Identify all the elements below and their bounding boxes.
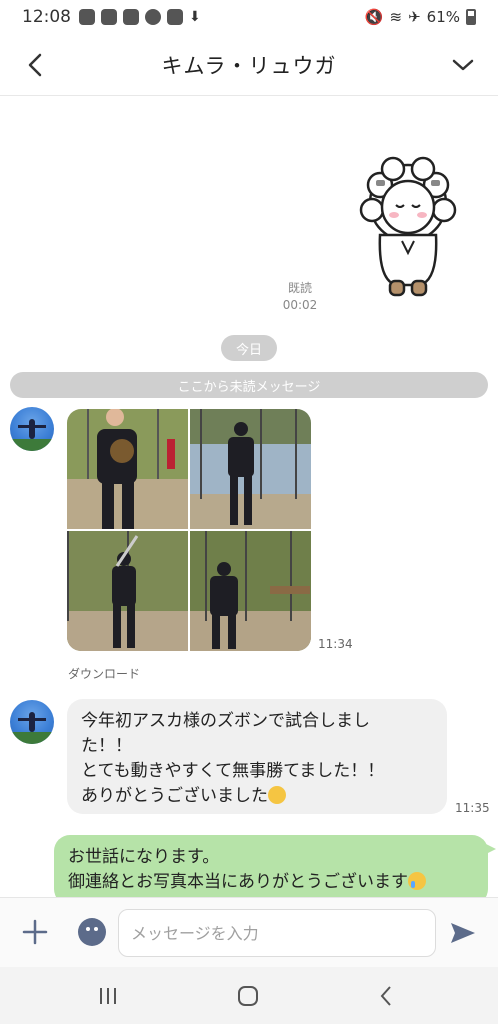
incoming-message[interactable]: 今年初アスカ様のズボンで試合しまし た！！ とても動きやすくて無事勝てました！！…	[67, 699, 447, 814]
photo-3[interactable]	[67, 531, 188, 651]
camera-app-icon	[167, 9, 183, 25]
battery-icon	[466, 9, 476, 25]
message-input-bar	[0, 897, 498, 967]
smile-emoji-icon	[268, 786, 286, 804]
system-status: 🔇 ≋ ✈ 61%	[365, 8, 476, 26]
recents-icon	[100, 988, 116, 1004]
message-line-wrap: ありがとうございました	[81, 784, 433, 809]
system-nav-bar	[0, 967, 498, 1024]
mute-icon: 🔇	[364, 8, 384, 26]
message-input[interactable]	[118, 909, 436, 957]
message-line: 今年初アスカ様のズボンで試合しまし	[81, 711, 370, 731]
download-link[interactable]: ダウンロード	[68, 665, 140, 682]
chat-header: キムラ・リュウガ	[0, 34, 498, 96]
crying-emoji-icon	[408, 872, 426, 890]
message-line-wrap: 御連絡とお写真本当にありがとうございます	[68, 870, 474, 895]
home-button[interactable]	[228, 979, 268, 1013]
sync-icon	[145, 9, 161, 25]
recents-button[interactable]	[88, 979, 128, 1013]
photo-2[interactable]	[190, 409, 311, 529]
message-line: た！！	[81, 736, 132, 756]
photo-album[interactable]	[67, 409, 311, 651]
header-menu-button[interactable]	[446, 48, 480, 82]
back-icon	[380, 986, 391, 1006]
message-line: お世話になります。	[68, 847, 220, 867]
read-time: 00:02	[282, 298, 318, 312]
wifi-icon: ≋	[389, 8, 403, 26]
status-bar: 12:08 ⬇ 🔇 ≋ ✈ 61%	[0, 0, 498, 34]
sender-avatar[interactable]	[10, 407, 54, 451]
sender-avatar[interactable]	[10, 700, 54, 744]
incoming-time: 11:35	[455, 801, 490, 815]
read-label: 既読	[287, 281, 312, 295]
unread-divider: ここから未読メッセージ	[10, 372, 488, 398]
outgoing-message[interactable]: お世話になります。 御連絡とお写真本当にありがとうございます	[54, 835, 496, 897]
battery-percent: 61%	[426, 8, 460, 26]
photo-1[interactable]	[67, 409, 188, 529]
date-divider: 今日	[221, 335, 277, 361]
folder-icon	[123, 9, 139, 25]
nav-back-button[interactable]	[366, 979, 406, 1013]
emoji-button[interactable]	[78, 918, 106, 946]
photo-time: 11:34	[318, 637, 353, 651]
plus-icon	[22, 919, 48, 945]
download-status-icon: ⬇	[189, 9, 201, 25]
sheep-sticker[interactable]	[358, 155, 458, 305]
read-receipt: 既読 00:02	[270, 280, 330, 314]
home-icon	[238, 986, 258, 1006]
send-icon	[451, 923, 475, 943]
chevron-down-icon	[452, 59, 474, 71]
back-button[interactable]	[20, 48, 50, 82]
photo-4[interactable]	[190, 531, 311, 651]
airplane-icon: ✈	[408, 8, 421, 26]
message-line: とても動きやすくて無事勝てました！！	[81, 761, 385, 781]
status-time: 12:08	[22, 7, 71, 27]
chevron-left-icon	[28, 53, 42, 77]
line-notification-icon	[79, 9, 95, 25]
plus-button[interactable]	[20, 917, 50, 947]
app-notification-icon	[101, 9, 117, 25]
notification-icons: ⬇	[79, 9, 201, 25]
chat-title: キムラ・リュウガ	[161, 53, 337, 78]
message-line: 御連絡とお写真本当にありがとうございます	[68, 872, 408, 892]
chat-area[interactable]: 既読 00:02 今日 ここから未読メッセージ 11:34 ダウンロード 今年初…	[0, 97, 498, 897]
message-line: ありがとうございました	[81, 786, 268, 806]
send-button[interactable]	[448, 918, 478, 948]
